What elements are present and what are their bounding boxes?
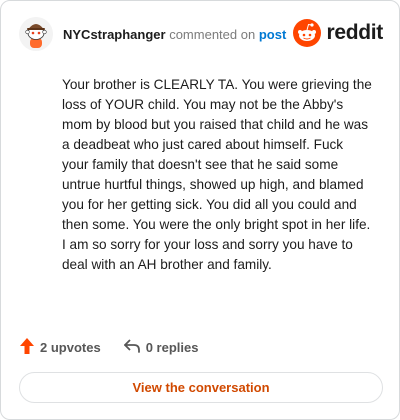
- snoo-avatar-icon: [19, 17, 53, 51]
- reddit-logo-icon: [293, 19, 322, 47]
- username-link[interactable]: NYCstraphanger: [63, 27, 166, 42]
- comment-stats: 2 upvotes 0 replies: [19, 337, 198, 357]
- comment-header: NYCstraphanger commented on post reddit: [19, 17, 383, 53]
- reddit-brand[interactable]: reddit: [292, 18, 383, 48]
- post-link[interactable]: post: [259, 27, 286, 42]
- comment-byline: NYCstraphanger commented on post: [63, 27, 286, 43]
- user-avatar[interactable]: [19, 17, 53, 51]
- reddit-wordmark: reddit: [326, 21, 383, 44]
- comment-embed-card: NYCstraphanger commented on post reddit …: [0, 0, 400, 420]
- upvote-label: 2 upvotes: [40, 339, 101, 355]
- view-conversation-button[interactable]: View the conversation: [19, 372, 383, 403]
- byline-action: commented on: [169, 27, 256, 42]
- reply-label: 0 replies: [145, 339, 199, 355]
- reply-count[interactable]: 0 replies: [123, 338, 199, 357]
- reply-arrow-icon: [123, 338, 141, 357]
- comment-text: Your brother is CLEARLY TA. You were gri…: [62, 77, 372, 272]
- upvote-arrow-icon: [19, 337, 35, 358]
- upvote-count[interactable]: 2 upvotes: [19, 337, 101, 358]
